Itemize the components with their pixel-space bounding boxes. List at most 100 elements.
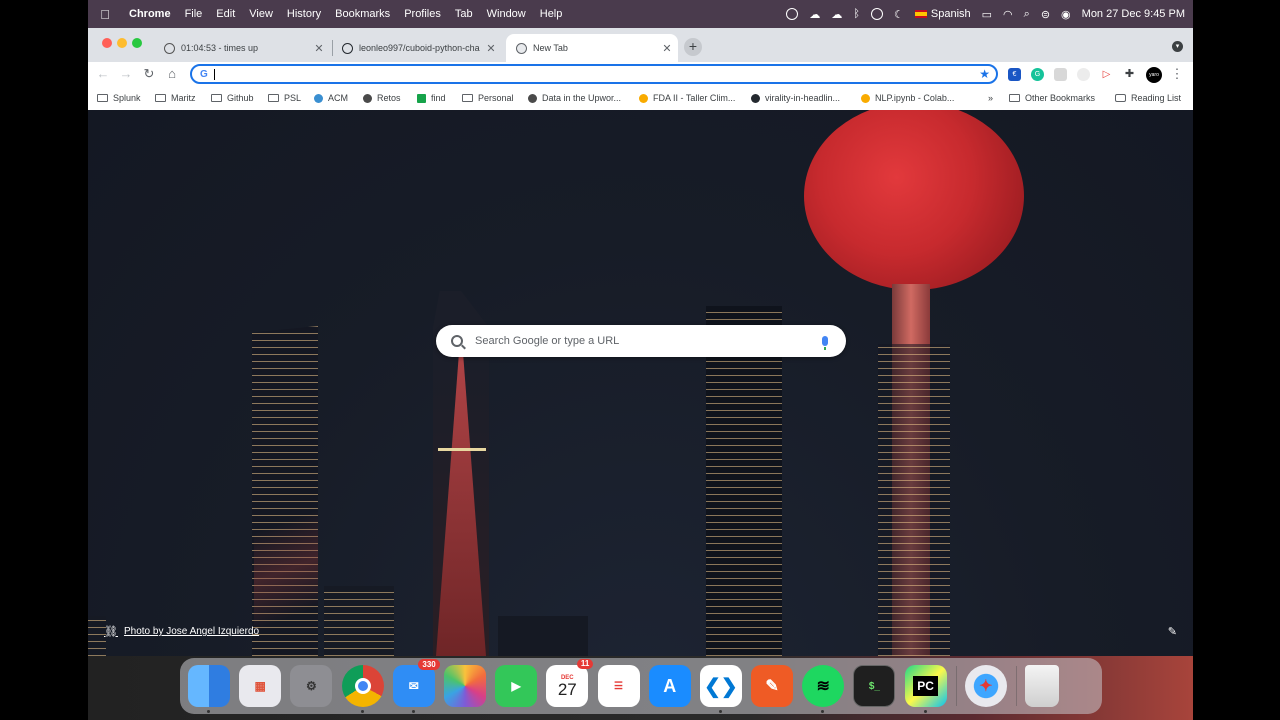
facetime-icon[interactable]: ▶: [495, 665, 538, 707]
launchpad-icon[interactable]: ▦: [239, 665, 282, 707]
close-window-button[interactable]: [102, 38, 112, 48]
battery-icon[interactable]: ▭: [982, 8, 992, 21]
close-tab-icon[interactable]: ✕: [312, 42, 326, 55]
moon-icon[interactable]: ☾: [894, 8, 904, 21]
control-center-icon[interactable]: ⊜: [1041, 8, 1050, 21]
bookmark-label: NLP.ipynb - Colab...: [875, 93, 955, 103]
bookmark-fda[interactable]: FDA II - Taller Clim...: [639, 93, 735, 103]
photos-icon[interactable]: [443, 665, 486, 707]
customize-pencil-icon[interactable]: ✎: [1168, 625, 1177, 638]
extension-light-icon[interactable]: [1077, 68, 1090, 81]
bookmark-personal[interactable]: Personal: [462, 93, 514, 103]
bookmark-github[interactable]: Github: [211, 93, 254, 103]
menu-help[interactable]: Help: [533, 8, 570, 20]
menu-history[interactable]: History: [280, 8, 328, 20]
spotlight-search-icon[interactable]: ⌕: [1024, 8, 1030, 21]
zoom-window-button[interactable]: [132, 38, 142, 48]
google-search-box[interactable]: Search Google or type a URL: [436, 325, 846, 357]
acm-icon: [314, 93, 323, 103]
close-tab-icon[interactable]: ✕: [484, 42, 498, 55]
terminal-icon[interactable]: $_: [853, 665, 896, 707]
bookmark-star-icon[interactable]: ★: [979, 67, 990, 81]
dock: ▦ ⚙ ✉ 330 ▶ DEC 27 11 ☰ A ❮❯ ✎ ≋ $_ PC ✦: [180, 658, 1102, 714]
globe-icon: [363, 93, 372, 103]
dock-divider: [955, 666, 957, 706]
chrome-icon[interactable]: [341, 665, 384, 713]
chrome-menu-icon[interactable]: ⋮: [1168, 66, 1186, 82]
reading-list[interactable]: Reading List: [1115, 93, 1181, 103]
tab-timer[interactable]: 01:04:53 - times up ✕: [154, 34, 330, 62]
other-bookmarks[interactable]: Other Bookmarks: [1009, 93, 1095, 103]
input-source[interactable]: Spanish: [914, 8, 971, 20]
extension-red-icon[interactable]: ▷: [1100, 68, 1113, 81]
puzzle-icon[interactable]: ✚: [1123, 68, 1136, 81]
menu-bookmarks[interactable]: Bookmarks: [328, 8, 397, 20]
bookmark-label: Github: [227, 93, 254, 103]
cloud-icon[interactable]: ☁: [809, 8, 820, 21]
link-icon: ⛓: [104, 626, 118, 638]
reminders-icon[interactable]: ☰: [597, 665, 640, 707]
wifi-icon[interactable]: ◠: [1003, 8, 1013, 21]
profile-avatar-icon[interactable]: yaro: [1146, 67, 1162, 83]
photo-credit-link[interactable]: ⛓ Photo by Jose Angel Izquierdo: [104, 625, 259, 638]
menu-profiles[interactable]: Profiles: [397, 8, 448, 20]
reload-button[interactable]: ↻: [140, 66, 158, 82]
menu-window[interactable]: Window: [480, 8, 533, 20]
bookmark-label: Data in the Upwor...: [542, 93, 622, 103]
minimize-window-button[interactable]: [117, 38, 127, 48]
bookmarks-overflow-button[interactable]: »: [988, 93, 993, 103]
extension-grey-icon[interactable]: [1054, 68, 1067, 81]
colab-icon: [639, 93, 648, 103]
back-button[interactable]: ←: [94, 66, 112, 81]
new-tab-button[interactable]: +: [684, 38, 702, 56]
menu-tab[interactable]: Tab: [448, 8, 480, 20]
trash-icon[interactable]: [1025, 665, 1059, 707]
bookmark-maritz[interactable]: Maritz: [155, 93, 196, 103]
bookmark-splunk[interactable]: Splunk: [97, 93, 141, 103]
bookmark-nlp[interactable]: NLP.ipynb - Colab...: [861, 93, 954, 103]
system-preferences-icon[interactable]: ⚙: [290, 665, 333, 707]
bookmark-label: Splunk: [113, 93, 141, 103]
euro-extension-icon[interactable]: €: [1008, 68, 1021, 81]
bookmark-virality[interactable]: virality-in-headlin...: [751, 93, 840, 103]
app-store-icon[interactable]: A: [648, 665, 691, 707]
menu-view[interactable]: View: [242, 8, 280, 20]
tab-search-icon[interactable]: ▾: [1172, 41, 1183, 52]
bookmark-label: virality-in-headlin...: [765, 93, 841, 103]
bookmark-data-upwork[interactable]: Data in the Upwor...: [528, 93, 621, 103]
bookmark-retos[interactable]: Retos: [363, 93, 401, 103]
safari-icon[interactable]: ✦: [964, 665, 1007, 707]
home-button[interactable]: ⌂: [163, 66, 181, 81]
close-tab-icon[interactable]: ✕: [660, 42, 674, 55]
tab-github[interactable]: leonleo997/cuboid-python-cha ✕: [332, 34, 502, 62]
mail-icon[interactable]: ✉ 330: [392, 659, 440, 713]
grammarly-icon[interactable]: G: [1031, 68, 1044, 81]
microphone-icon[interactable]: [822, 336, 828, 350]
spotify-icon[interactable]: ≋: [802, 665, 845, 713]
spain-flag-icon: [914, 10, 927, 19]
calendar-icon[interactable]: DEC 27 11: [546, 659, 594, 707]
menu-file[interactable]: File: [178, 8, 210, 20]
siri-icon[interactable]: ◉: [1061, 8, 1071, 21]
apple-menu-icon[interactable]: : [88, 7, 122, 22]
bookmark-psl[interactable]: PSL: [268, 93, 301, 103]
tab-new-tab[interactable]: New Tab ✕: [506, 34, 678, 62]
play-icon[interactable]: [871, 8, 883, 20]
cloud-sync-icon[interactable]: ☁: [831, 8, 842, 21]
find-icon: [417, 93, 426, 103]
vscode-icon[interactable]: ❮❯: [699, 665, 742, 713]
menu-edit[interactable]: Edit: [209, 8, 242, 20]
record-icon[interactable]: [786, 8, 799, 20]
bookmark-acm[interactable]: ACM: [314, 93, 348, 103]
menu-app-name[interactable]: Chrome: [122, 8, 178, 20]
forward-button[interactable]: →: [117, 66, 135, 81]
clock[interactable]: Mon 27 Dec 9:45 PM: [1082, 8, 1185, 20]
folder-icon: [97, 94, 108, 102]
reading-list-label: Reading List: [1131, 93, 1182, 103]
bluetooth-icon[interactable]: ᛒ: [853, 8, 860, 20]
pycharm-icon[interactable]: PC: [904, 665, 947, 713]
finder-icon[interactable]: [188, 665, 230, 713]
postman-icon[interactable]: ✎: [751, 665, 794, 707]
address-bar[interactable]: G ★: [190, 64, 998, 84]
bookmark-find[interactable]: find: [417, 93, 446, 103]
